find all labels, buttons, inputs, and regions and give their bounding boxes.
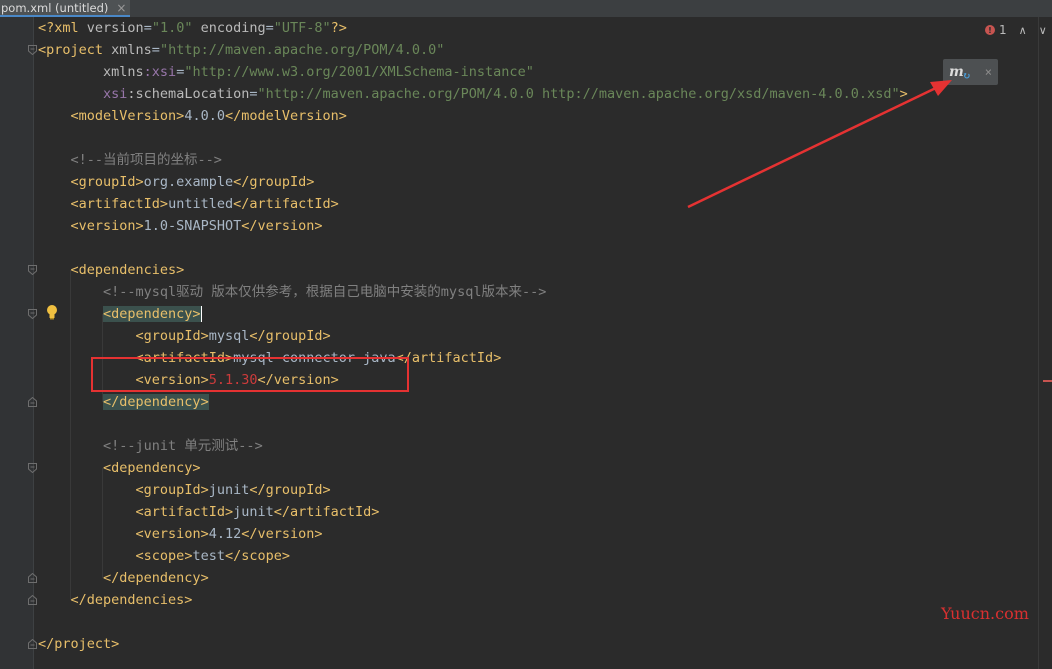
annotation-arrow [687, 80, 952, 209]
watermark-text: Yuucn.com [941, 604, 1029, 623]
